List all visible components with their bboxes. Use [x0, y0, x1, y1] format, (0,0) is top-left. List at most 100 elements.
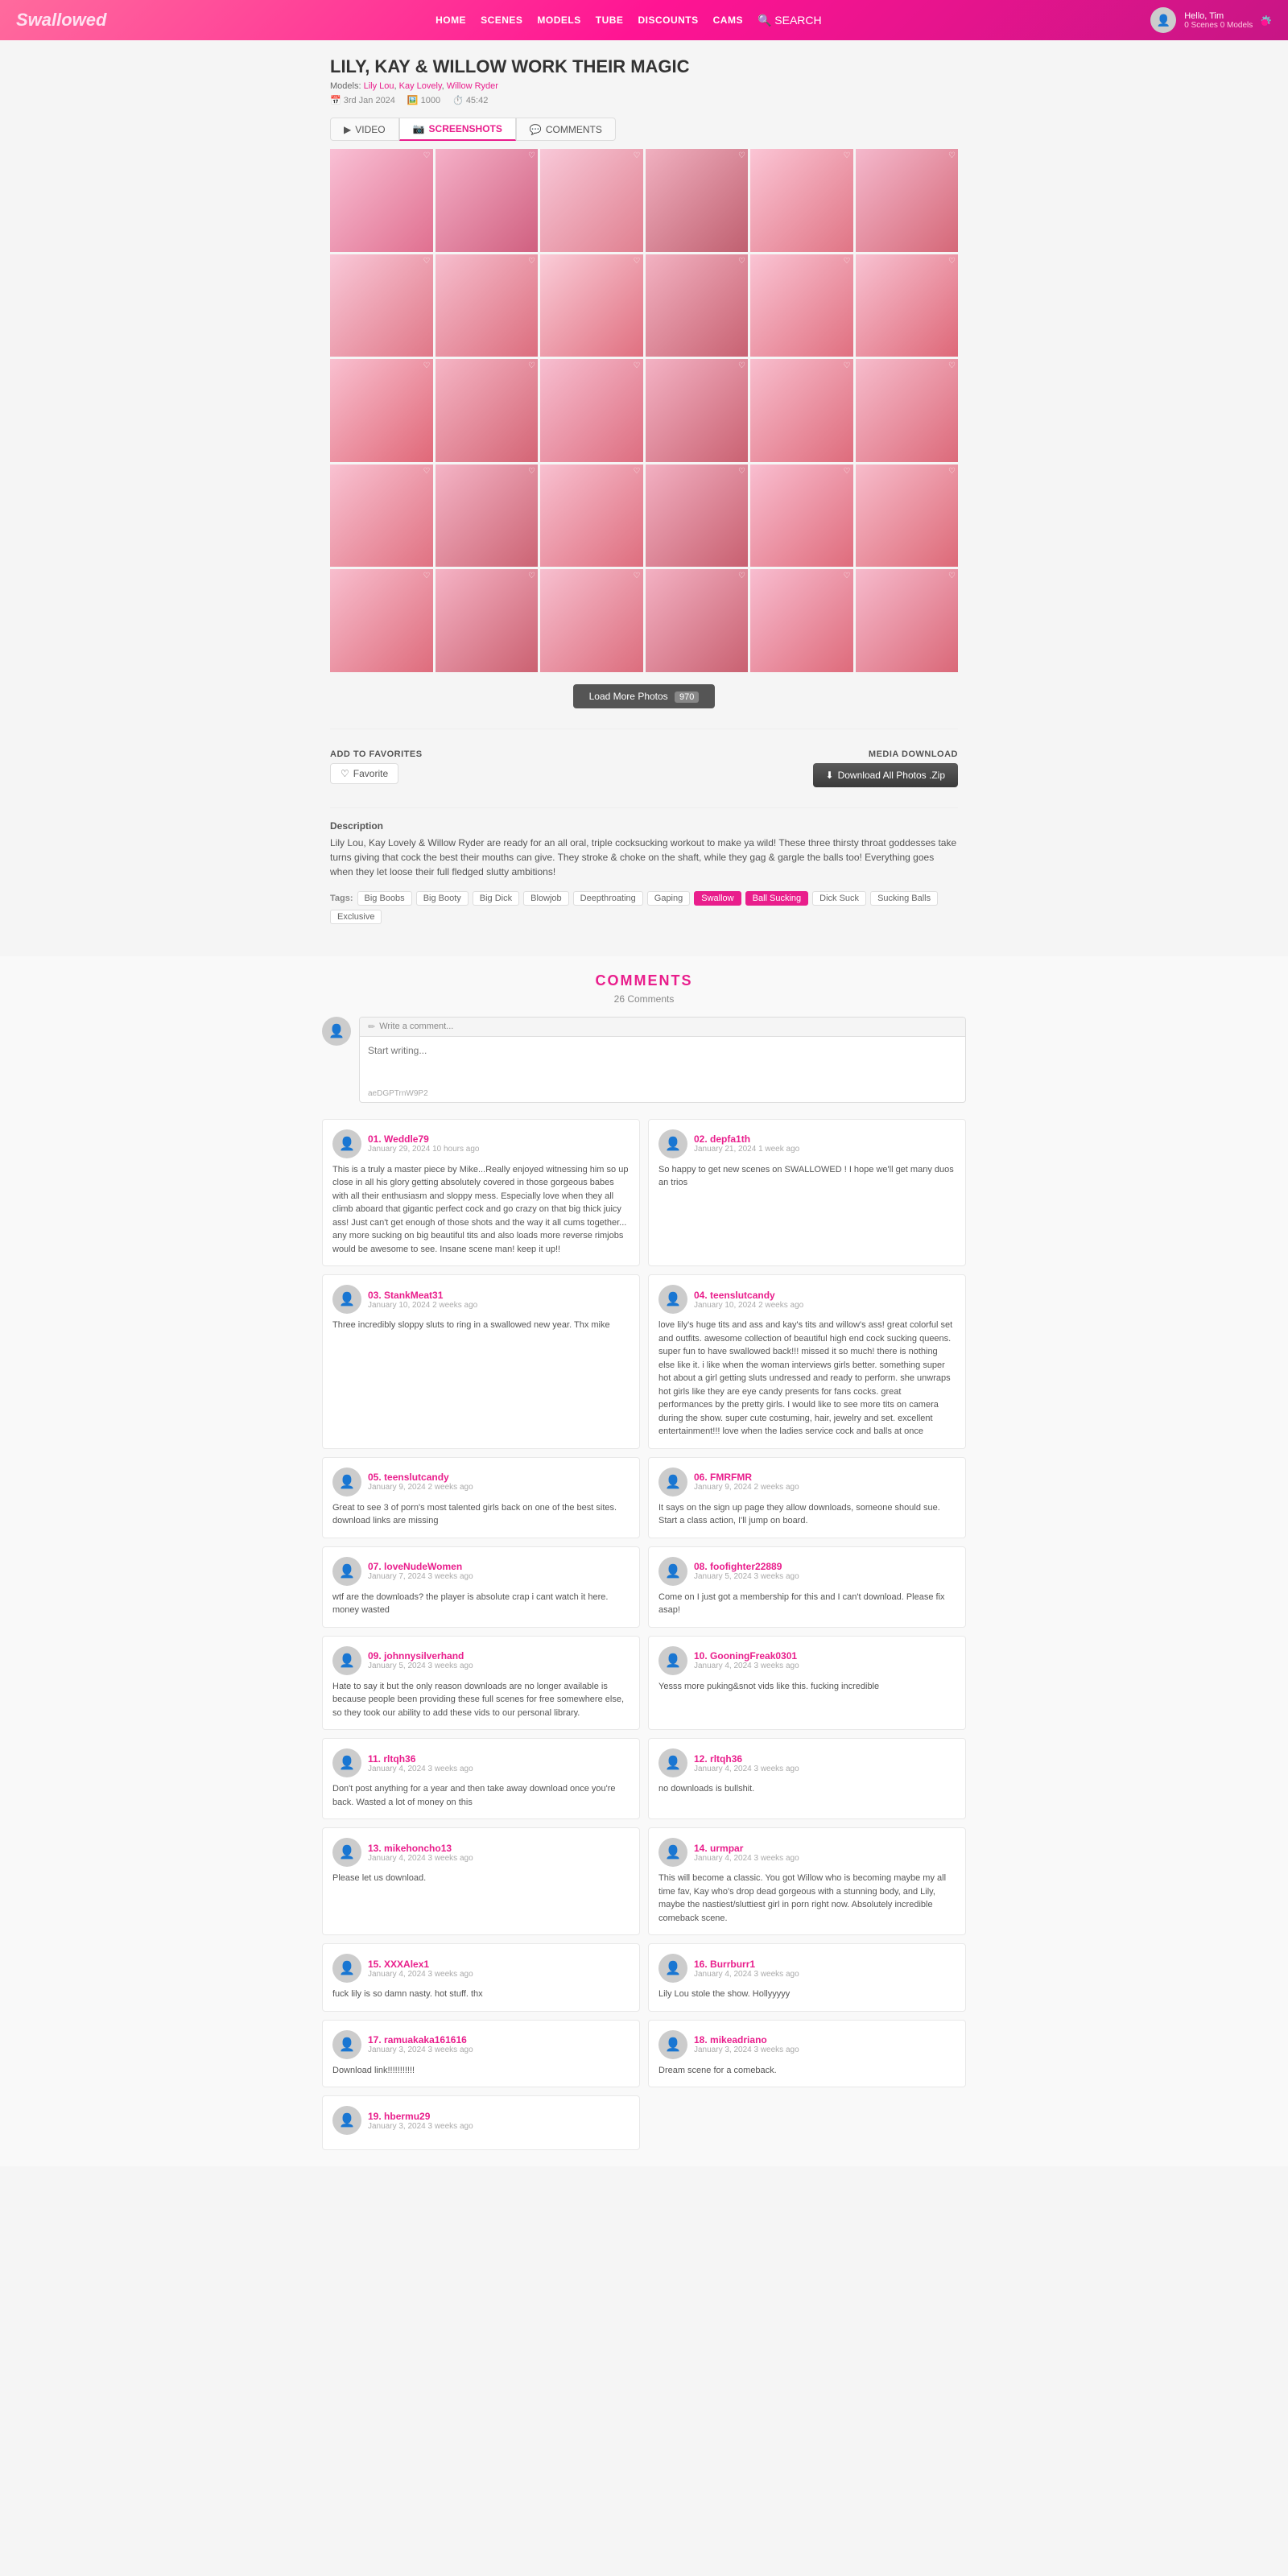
comment-meta: 18. mikeadriano January 3, 2024 3 weeks …	[694, 2034, 799, 2054]
photo-thumb[interactable]: ♡	[646, 464, 749, 568]
comment-form: 👤 ✏ Write a comment... aeDGPTrnW9P2	[322, 1017, 966, 1103]
tag-big-boobs[interactable]: Big Boobs	[357, 891, 412, 906]
tag-blowjob[interactable]: Blowjob	[523, 891, 569, 906]
commenter-avatar: 👤	[658, 1954, 687, 1983]
photo-thumb[interactable]: ♡	[436, 464, 539, 568]
photo-thumb[interactable]: ♡	[540, 569, 643, 672]
add-favorites-label: ADD TO FAVORITES	[330, 749, 423, 759]
tag-big-booty[interactable]: Big Booty	[416, 891, 469, 906]
tag-exclusive[interactable]: Exclusive	[330, 910, 382, 924]
commenter-avatar: 👤	[658, 1468, 687, 1496]
model-willow[interactable]: Willow Ryder	[447, 81, 498, 91]
comment-date: January 4, 2024 3 weeks ago	[694, 1662, 799, 1670]
description-section: Description Lily Lou, Kay Lovely & Willo…	[330, 820, 958, 879]
tag-deepthroating[interactable]: Deepthroating	[573, 891, 643, 906]
meta-photos: 🖼️ 1000	[407, 95, 440, 105]
nav-home[interactable]: HOME	[436, 14, 466, 26]
tag-gaping[interactable]: Gaping	[647, 891, 690, 906]
photo-thumb[interactable]: ♡	[436, 149, 539, 252]
comment-text: Yesss more puking&snot vids like this. f…	[658, 1680, 956, 1694]
photo-thumb[interactable]: ♡	[750, 359, 853, 462]
comment-textarea[interactable]	[360, 1037, 965, 1085]
tag-big-dick[interactable]: Big Dick	[473, 891, 519, 906]
photo-thumb[interactable]: ♡	[646, 569, 749, 672]
comment-date: January 29, 2024 10 hours ago	[368, 1145, 479, 1154]
site-logo[interactable]: Swallowed	[16, 10, 106, 31]
commenter-avatar: 👤	[332, 1129, 361, 1158]
comment-date: January 5, 2024 3 weeks ago	[694, 1572, 799, 1581]
commenter-name: 17. ramuakaka161616	[368, 2034, 473, 2046]
photo-thumb[interactable]: ♡	[750, 254, 853, 357]
commenter-name: 16. Burrburr1	[694, 1959, 799, 1970]
commenter-name: 04. teenslutcandy	[694, 1290, 803, 1301]
photo-thumb[interactable]: ♡	[436, 569, 539, 672]
photo-thumb[interactable]: ♡	[330, 359, 433, 462]
comment-text: Hate to say it but the only reason downl…	[332, 1680, 630, 1720]
nav-tube[interactable]: TUBE	[596, 14, 624, 26]
notification-dot	[1261, 19, 1268, 26]
notifications-button[interactable]: ⚙️	[1261, 15, 1272, 26]
model-lily[interactable]: Lily Lou	[364, 81, 394, 91]
user-info: 👤 Hello, Tim 0 Scenes 0 Models ⚙️	[1150, 7, 1272, 33]
comment-card: 👤 16. Burrburr1 January 4, 2024 3 weeks …	[648, 1943, 966, 2012]
photo-thumb[interactable]: ♡	[540, 254, 643, 357]
download-all-photos-button[interactable]: ⬇ Download All Photos .Zip	[813, 763, 958, 787]
nav-cams[interactable]: CAMS	[713, 14, 743, 26]
comment-meta: 12. rltqh36 January 4, 2024 3 weeks ago	[694, 1753, 799, 1773]
photo-thumb[interactable]: ♡	[750, 569, 853, 672]
tab-comments[interactable]: 💬 COMMENTS	[516, 118, 616, 141]
comment-header: 👤 13. mikehoncho13 January 4, 2024 3 wee…	[332, 1838, 630, 1867]
user-greeting: Hello, Tim	[1184, 11, 1253, 21]
nav-models[interactable]: MODELS	[537, 14, 580, 26]
comment-input-area: ✏ Write a comment... aeDGPTrnW9P2	[359, 1017, 966, 1103]
photo-thumb[interactable]: ♡	[330, 464, 433, 568]
comment-card: 👤 09. johnnysilverhand January 5, 2024 3…	[322, 1636, 640, 1731]
photo-thumb[interactable]: ♡	[330, 569, 433, 672]
model-kay[interactable]: Kay Lovely	[399, 81, 442, 91]
commenter-avatar: 👤	[658, 2030, 687, 2059]
photo-thumb[interactable]: ♡	[856, 464, 959, 568]
photo-thumb[interactable]: ♡	[646, 149, 749, 252]
favorite-button[interactable]: ♡ Favorite	[330, 763, 398, 784]
photo-thumb[interactable]: ♡	[436, 359, 539, 462]
photo-thumb[interactable]: ♡	[540, 464, 643, 568]
comment-meta: 02. depfa1th January 21, 2024 1 week ago	[694, 1133, 799, 1154]
load-more-button[interactable]: Load More Photos 970	[573, 684, 716, 708]
comment-meta: 19. hbermu29 January 3, 2024 3 weeks ago	[368, 2111, 473, 2131]
tag-sucking-balls[interactable]: Sucking Balls	[870, 891, 938, 906]
photo-thumb[interactable]: ♡	[540, 149, 643, 252]
photo-thumb[interactable]: ♡	[330, 254, 433, 357]
comment-date: January 4, 2024 3 weeks ago	[368, 1854, 473, 1863]
load-more-section: Load More Photos 970	[330, 684, 958, 708]
tab-screenshots[interactable]: 📷 SCREENSHOTS	[399, 118, 516, 141]
commenter-name: 12. rltqh36	[694, 1753, 799, 1765]
commenter-avatar: 👤	[658, 1557, 687, 1586]
photo-thumb[interactable]: ♡	[436, 254, 539, 357]
write-comment-label: Write a comment...	[379, 1022, 453, 1031]
photo-thumb[interactable]: ♡	[330, 149, 433, 252]
photo-thumb[interactable]: ♡	[646, 359, 749, 462]
tag-dick-suck[interactable]: Dick Suck	[812, 891, 866, 906]
nav-scenes[interactable]: SCENES	[481, 14, 522, 26]
photo-thumb[interactable]: ♡	[540, 359, 643, 462]
photo-thumb[interactable]: ♡	[750, 464, 853, 568]
photo-thumb[interactable]: ♡	[646, 254, 749, 357]
tab-video[interactable]: ▶ VIDEO	[330, 118, 399, 141]
photo-thumb[interactable]: ♡	[856, 359, 959, 462]
photo-thumb[interactable]: ♡	[750, 149, 853, 252]
nav-discounts[interactable]: DISCOUNTS	[638, 14, 698, 26]
search-label: SEARCH	[774, 14, 821, 27]
search-button[interactable]: 🔍 SEARCH	[758, 14, 822, 27]
meta-duration: ⏱️ 45:42	[452, 95, 488, 105]
comment-date: January 4, 2024 3 weeks ago	[368, 1970, 473, 1979]
comment-text: love lily's huge tits and ass and kay's …	[658, 1319, 956, 1439]
tag-swallow[interactable]: Swallow	[694, 891, 741, 906]
tag-ball-sucking[interactable]: Ball Sucking	[745, 891, 809, 906]
photo-thumb[interactable]: ♡	[856, 149, 959, 252]
commenter-avatar: 👤	[332, 1748, 361, 1777]
comment-meta: 07. loveNudeWomen January 7, 2024 3 week…	[368, 1561, 473, 1581]
comment-header: 👤 14. urmpar January 4, 2024 3 weeks ago	[658, 1838, 956, 1867]
photo-thumb[interactable]: ♡	[856, 254, 959, 357]
photo-thumb[interactable]: ♡	[856, 569, 959, 672]
comment-text: fuck lily is so damn nasty. hot stuff. t…	[332, 1988, 630, 2001]
